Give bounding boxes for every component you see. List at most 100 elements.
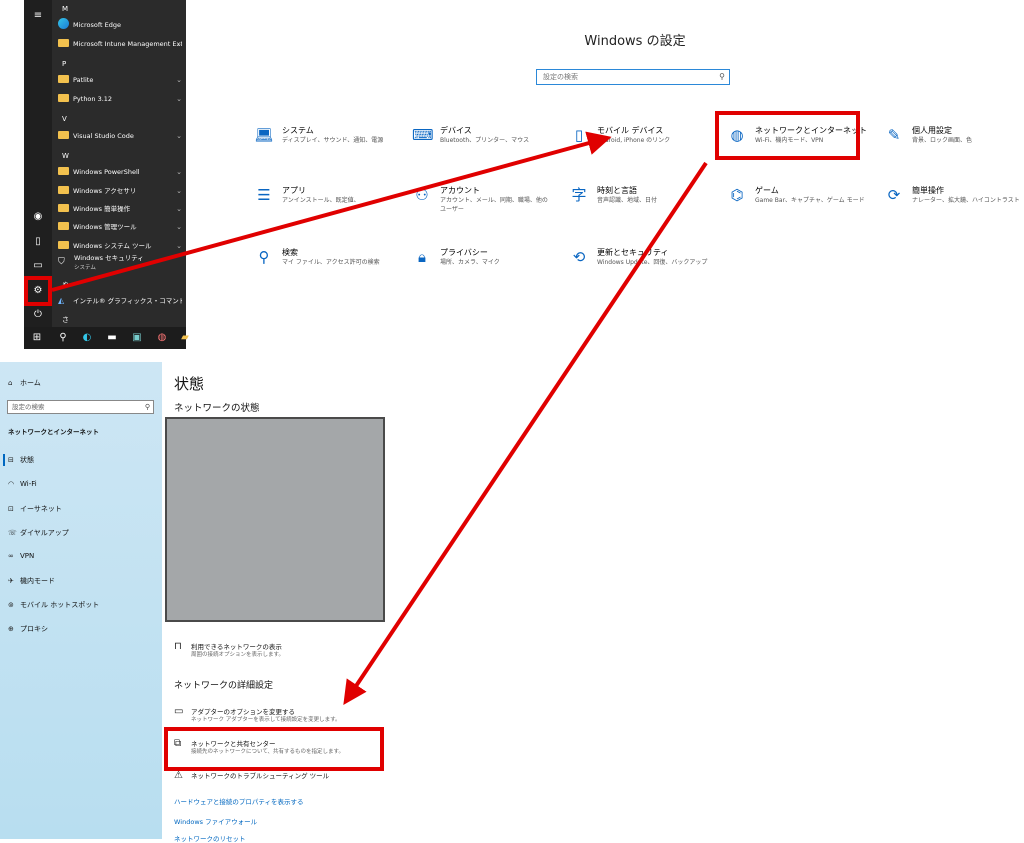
sidebar-item-ethernet[interactable]: ⊡ イーサネット [8, 504, 62, 514]
active-indicator [3, 454, 5, 466]
intel-icon: ◭ [58, 296, 65, 305]
letter-header-p[interactable]: P [62, 60, 66, 68]
tile-gaming[interactable]: ⌬ ゲーム Game Bar、キャプチャ、ゲーム モード [727, 185, 867, 225]
start-item-label: Visual Studio Code [73, 132, 134, 140]
start-item-security[interactable]: ⛉ Windows セキュリティ システム [58, 254, 182, 274]
sidebar-search-input[interactable]: 設定の検索 ⚲ [7, 400, 154, 414]
highlight-settings-gear [24, 276, 52, 306]
sidebar-item-label: プロキシ [20, 625, 48, 633]
start-item-ease[interactable]: Windows 簡単操作 ⌄ [58, 201, 182, 217]
document-icon[interactable]: ▯ [24, 232, 52, 252]
letter-header-w[interactable]: W [62, 152, 69, 160]
sidebar-item-label: モバイル ホットスポット [20, 601, 100, 609]
taskbar-folder-icon[interactable]: ▰ [178, 331, 192, 345]
tile-privacy[interactable]: 🔒︎ プライバシー 場所、カメラ、マイク [412, 247, 552, 287]
tile-update-security[interactable]: ⟲ 更新とセキュリティ Windows Update、回復、バックアップ [569, 247, 709, 287]
tile-personalization[interactable]: ✎ 個人用設定 背景、ロック画面、色 [884, 125, 1024, 165]
network-status-heading: ネットワークの状態 [174, 403, 260, 414]
sidebar-item-airplane[interactable]: ✈ 機内モード [8, 576, 55, 586]
advanced-settings-heading: ネットワークの詳細設定 [174, 681, 274, 691]
hamburger-icon[interactable]: ≡ [24, 6, 52, 26]
tile-title: 個人用設定 [912, 126, 952, 135]
sidebar-item-label: イーサネット [20, 505, 62, 513]
letter-header-v[interactable]: V [62, 115, 67, 123]
taskbar-edge-icon[interactable]: ◐ [80, 331, 94, 345]
tile-title: モバイル デバイス [597, 126, 664, 135]
taskbar-browser-icon[interactable]: ◍ [155, 331, 169, 345]
tile-time-language[interactable]: 字 時刻と言語 音声認識、地域、日付 [569, 185, 709, 225]
highlight-sharing-center [164, 727, 384, 771]
tile-desc: マイ ファイル、アクセス許可の検索 [282, 259, 380, 266]
sidebar-item-status[interactable]: ⊟ 状態 [8, 455, 34, 465]
sidebar-section-title: ネットワークとインターネット [8, 428, 99, 436]
start-item-patlite[interactable]: Patlite ⌄ [58, 72, 182, 88]
tile-desc: Game Bar、キャプチャ、ゲーム モード [755, 197, 865, 204]
tile-title: システム [282, 126, 314, 135]
tile-title: 更新とセキュリティ [597, 248, 669, 257]
letter-header-m[interactable]: M [62, 5, 68, 13]
lock-icon: 🔒︎ [418, 248, 426, 266]
letter-header-extra[interactable]: ゃ [62, 279, 69, 289]
taskbar-app-icon[interactable]: ▣ [130, 331, 144, 345]
start-item-label: インテル® グラフィックス・コマンド・センター [73, 297, 182, 305]
chevron-down-icon: ⌄ [176, 187, 182, 195]
tile-mobile-devices[interactable]: ▯ モバイル デバイス Android, iPhone のリンク [569, 125, 709, 165]
windows-start-icon[interactable]: ⊞ [30, 331, 44, 345]
gamepad-icon: ⌬ [730, 186, 744, 204]
dialup-icon: ☏ [8, 529, 17, 537]
brush-icon: ✎ [887, 126, 901, 144]
settings-search-input[interactable]: 設定の検索 ⚲ [536, 69, 730, 85]
search-icon: ⚲ [258, 248, 270, 266]
sidebar-item-wifi[interactable]: ◠ Wi-Fi [8, 480, 37, 488]
start-item-intune[interactable]: Microsoft Intune Management Ext... ⌄ [58, 36, 182, 52]
taskbar-terminal-icon[interactable]: ▬ [105, 331, 119, 345]
home-icon: ⌂ [8, 379, 13, 387]
tile-search[interactable]: ⚲ 検索 マイ ファイル、アクセス許可の検索 [254, 247, 394, 287]
start-item-python[interactable]: Python 3.12 ⌄ [58, 91, 182, 107]
edge-icon [58, 18, 69, 29]
power-icon[interactable]: ⏻ [24, 305, 52, 325]
start-item-label: Patlite [73, 76, 94, 84]
start-item-label: Microsoft Edge [73, 21, 122, 29]
start-item-label: Windows 管理ツール [73, 223, 137, 231]
sidebar-item-vpn[interactable]: ∞ VPN [8, 552, 34, 560]
start-item-powershell[interactable]: Windows PowerShell ⌄ [58, 164, 182, 180]
link-network-reset[interactable]: ネットワークのリセット [174, 833, 246, 843]
tile-accounts[interactable]: ⚇ アカウント アカウント、メール、同期、職場、他のユーザー [412, 185, 552, 225]
ease-of-access-icon: ⟳ [887, 186, 901, 204]
user-icon[interactable]: ◉ [24, 207, 52, 227]
start-item-admin-tools[interactable]: Windows 管理ツール ⌄ [58, 219, 182, 235]
link-windows-firewall[interactable]: Windows ファイアウォール [174, 816, 257, 826]
account-icon: ⚇ [415, 186, 429, 204]
start-item-system-tools[interactable]: Windows システム ツール ⌄ [58, 238, 182, 254]
chevron-down-icon: ⌄ [176, 205, 182, 213]
start-item-intel[interactable]: ◭ インテル® グラフィックス・コマンド・センター [58, 293, 182, 309]
folder-icon [58, 186, 69, 194]
letter-header-sa[interactable]: さ [62, 315, 69, 325]
phone-icon: ▯ [574, 126, 584, 144]
sidebar-item-proxy[interactable]: ⊕ プロキシ [8, 624, 48, 634]
tile-system[interactable]: 💻︎ システム ディスプレイ、サウンド、通知、電源 [254, 125, 394, 165]
start-item-vscode[interactable]: Visual Studio Code ⌄ [58, 128, 182, 144]
tile-ease-of-access[interactable]: ⟳ 簡単操作 ナレーター、拡大鏡、ハイコントラスト [884, 185, 1024, 225]
tile-devices[interactable]: ⌨ デバイス Bluetooth、プリンター、マウス [412, 125, 552, 165]
search-placeholder: 設定の検索 [543, 73, 578, 81]
sidebar-item-dialup[interactable]: ☏ ダイヤルアップ [8, 528, 69, 538]
start-item-accessories[interactable]: Windows アクセサリ ⌄ [58, 183, 182, 199]
start-item-label: Windows PowerShell [73, 168, 140, 176]
pictures-icon[interactable]: ▭ [24, 256, 52, 276]
tile-desc: 場所、カメラ、マイク [440, 259, 500, 266]
start-item-label: Microsoft Intune Management Ext... [73, 40, 182, 48]
tile-title: デバイス [440, 126, 472, 135]
search-icon: ⚲ [719, 72, 725, 81]
sidebar-home[interactable]: ⌂ ホーム [8, 378, 41, 388]
sidebar-item-hotspot[interactable]: ⊚ モバイル ホットスポット [8, 600, 99, 610]
link-hardware-properties[interactable]: ハードウェアと接続のプロパティを表示する [174, 796, 303, 806]
sidebar-item-label: 機内モード [20, 577, 55, 585]
wifi-icon: ◠ [8, 480, 15, 488]
tile-apps[interactable]: ☰ アプリ アンインストール、既定値、 [254, 185, 394, 225]
start-item-edge[interactable]: Microsoft Edge [58, 17, 182, 33]
folder-icon [58, 94, 69, 102]
taskbar-search-icon[interactable]: ⚲ [56, 331, 70, 345]
search-placeholder: 設定の検索 [12, 403, 45, 411]
